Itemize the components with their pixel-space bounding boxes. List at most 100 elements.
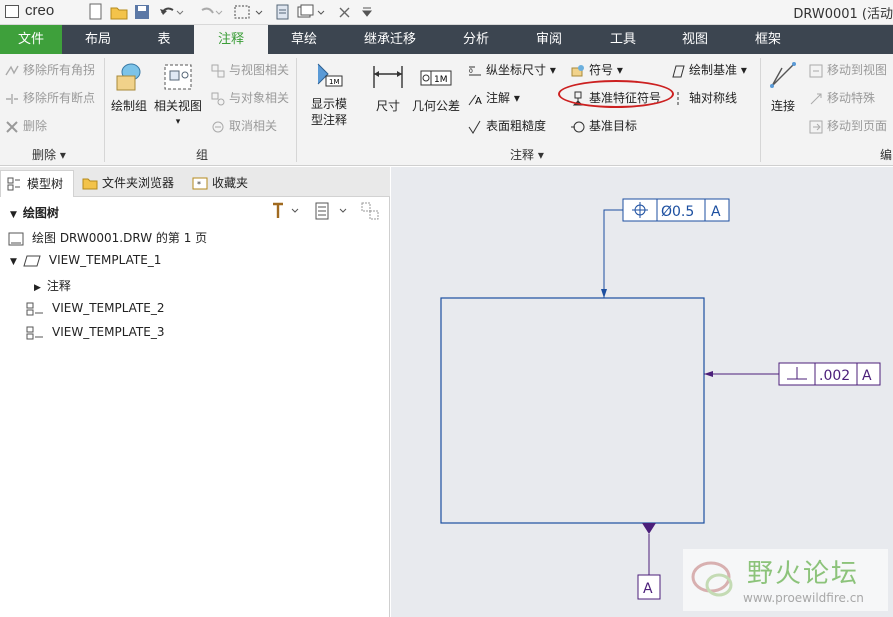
group-label-delete[interactable]: 删除 ▾ [32,146,66,163]
regenerate-icon[interactable] [274,3,292,21]
dimension-button[interactable]: 尺寸 [368,58,408,114]
delete-label: 删除 [23,119,48,133]
tab-tools[interactable]: 工具 [596,25,650,54]
tab-annotate[interactable]: 注释 [194,25,268,54]
select-box-icon[interactable] [232,3,266,21]
relate-to-object-button[interactable]: 与对象相关 [210,89,289,107]
undo-icon[interactable] [158,3,184,21]
relate-to-object-label: 与对象相关 [229,91,290,105]
datum-triangle[interactable] [642,523,656,534]
move-special-icon [808,91,824,107]
tab-folder-browser[interactable]: 文件夹浏览器 [76,170,184,197]
move-to-sheet-button[interactable]: 移动到页面 [808,117,887,135]
windows-icon[interactable] [296,3,328,21]
draw-group-icon [113,62,145,92]
draw-group-button[interactable]: 绘制组 [108,58,150,114]
draw-group-label: 绘制组 [110,99,147,113]
related-view-button[interactable]: 相关视图 ▾ [152,58,204,130]
tab-analysis[interactable]: 分析 [450,25,502,54]
move-to-sheet-icon [808,119,824,135]
geometric-tolerance-icon: 1M [417,62,455,92]
tab-frame[interactable]: 框架 [740,25,796,54]
folder-browser-label: 文件夹浏览器 [102,176,175,190]
note-icon: A [467,91,483,107]
part-outline[interactable] [440,297,705,524]
tab-file[interactable]: 文件 [0,25,62,54]
tab-sketch[interactable]: 草绘 [276,25,332,54]
save-icon[interactable] [134,3,150,21]
tab-legacy-migration[interactable]: 继承迁移 [352,25,428,54]
group-label-group: 组 [196,148,209,162]
tab-view[interactable]: 视图 [668,25,722,54]
tab-favorites[interactable]: * 收藏夹 [186,170,258,197]
connect-icon [768,60,798,90]
show-model-annotations-label: 显示模型注释 [310,97,347,127]
tree-item-sheet[interactable]: 绘图 DRW0001.DRW 的第 1 页 [8,229,207,246]
tab-table[interactable]: 表 [140,25,188,54]
fcf-top-leader [603,209,623,298]
leader-arrowhead [601,289,607,298]
relate-view-icon [210,63,226,79]
tab-review[interactable]: 审阅 [522,25,576,54]
note-button[interactable]: A 注解 ▾ [467,89,520,107]
unrelate-button[interactable]: 取消相关 [210,117,277,135]
remove-all-jogs-button[interactable]: 移除所有角拐 [4,61,95,79]
tree-filter-icon[interactable] [360,201,382,221]
fcf-top[interactable]: Ø0.5 A [622,198,730,222]
related-view-icon [162,62,194,92]
remove-breaks-icon [4,91,20,107]
show-model-annotations-button[interactable]: 1M 显示模型注释 [300,58,358,128]
tree-item-view-template-3[interactable]: VIEW_TEMPLATE_3 [26,325,164,340]
close-window-icon[interactable] [338,3,352,21]
datum-feature-symbol[interactable]: A [637,574,661,600]
tree-settings-icon[interactable] [270,201,300,221]
tree-header[interactable]: ▼ 绘图树 [10,204,59,221]
connect-label: 连接 [770,99,795,113]
datum-target-icon [570,119,586,135]
view-template-icon [26,302,44,316]
tree-item-view-template-2-label: VIEW_TEMPLATE_2 [52,301,165,315]
show-columns-icon[interactable] [314,201,348,221]
tab-layout[interactable]: 布局 [70,25,126,54]
window-title: DRW0001 (活动 [793,7,893,22]
datum-target-label: 基准目标 [589,119,638,133]
axis-symmetry-button[interactable]: 轴对称线 [670,89,737,107]
tab-model-tree[interactable]: 模型树 [0,170,74,197]
view-icon [23,254,41,268]
group-label-edit: 编 [880,148,893,162]
customize-qa-icon[interactable] [360,3,374,21]
remove-all-breaks-label: 移除所有断点 [23,91,96,105]
geometric-tolerance-button[interactable]: 1M 几何公差 [410,58,462,114]
svg-text:1M: 1M [329,78,340,86]
delete-button[interactable]: 删除 [4,117,47,135]
move-to-view-button[interactable]: 移动到视图 [808,61,887,79]
ribbon: 移除所有角拐 移除所有断点 删除 删除 ▾ 绘制组 相关视图 ▾ 与视图相关 与对… [0,54,893,166]
datum-target-button[interactable]: 基准目标 [570,117,637,135]
watermark-logo-icon [685,555,743,605]
creo-logo: creo [25,2,55,19]
fcf-right[interactable]: .002 A [778,362,881,386]
tree-item-annotations[interactable]: ▶ 注释 [34,277,71,294]
ordinate-dimension-label: 纵坐标尺寸 [486,63,547,77]
relate-to-view-label: 与视图相关 [229,63,290,77]
redo-icon[interactable] [197,3,223,21]
ordinate-dimension-button[interactable]: 0 纵坐标尺寸 ▾ [467,61,556,79]
tree-item-view-template-2[interactable]: VIEW_TEMPLATE_2 [26,301,164,316]
collapse-triangle-icon: ▼ [10,210,17,220]
connect-button[interactable]: 连接 [764,58,802,114]
remove-all-jogs-label: 移除所有角拐 [23,63,96,77]
tree-item-view-template-1[interactable]: ▼ VIEW_TEMPLATE_1 [10,253,161,268]
remove-all-breaks-button[interactable]: 移除所有断点 [4,89,95,107]
move-special-button[interactable]: 移动特殊 [808,89,875,107]
symbol-button[interactable]: 符号 ▾ [570,61,623,79]
fcf-top-tolerance: Ø0.5 [661,204,694,220]
relate-to-view-button[interactable]: 与视图相关 [210,61,289,79]
draw-datum-button[interactable]: 绘制基准 ▾ [670,61,747,79]
surface-finish-button[interactable]: 表面粗糙度 [467,117,546,135]
group-label-annotate[interactable]: 注释 ▾ [510,146,544,163]
open-folder-icon[interactable] [110,3,128,21]
tree-item-annotations-label: 注释 [46,279,71,293]
drawing-sheet-icon [8,232,24,246]
new-file-icon[interactable] [88,3,104,21]
ribbon-separator [104,58,105,162]
